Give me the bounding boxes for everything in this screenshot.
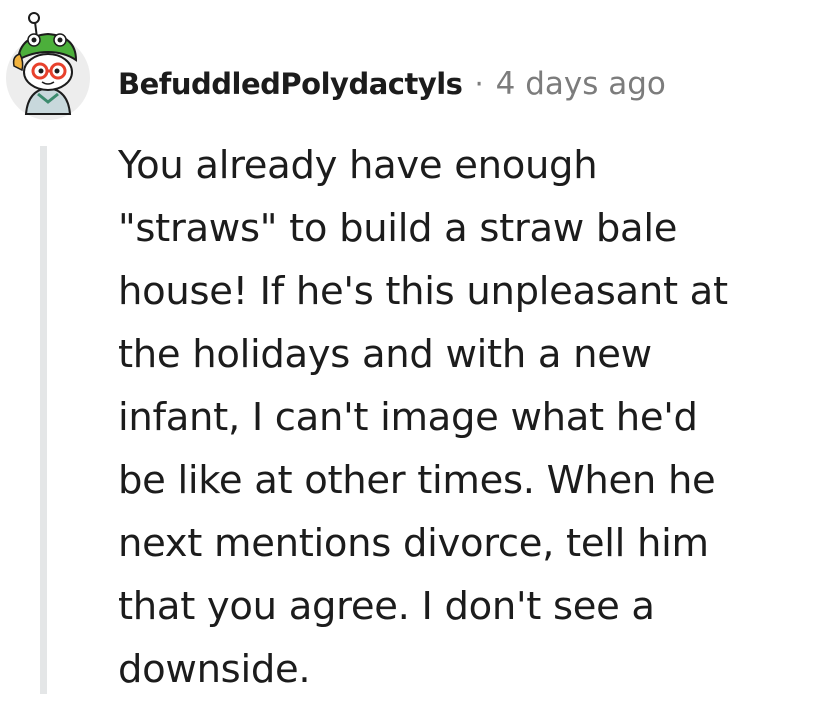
snoo-avatar-frog-hat-icon <box>6 12 90 120</box>
username-link[interactable]: BefuddledPolydactyls <box>118 67 463 101</box>
user-avatar[interactable] <box>4 8 92 122</box>
comment-body-line: You already have enough <box>118 143 598 188</box>
header-separator: · <box>474 67 484 101</box>
comment-body-line: downside. <box>118 647 311 692</box>
comment-body-line: infant, I can't image what he'd <box>118 395 698 440</box>
comment-header: BefuddledPolydactyls · 4 days ago <box>118 62 666 106</box>
comment-body: You already have enough "straws" to buil… <box>118 134 808 701</box>
comment-body-line: that you agree. I don't see a <box>118 584 655 629</box>
comment-timestamp[interactable]: 4 days ago <box>496 66 666 102</box>
comment-body-line: "straws" to build a straw bale <box>118 206 678 251</box>
comment-body-line: the holidays and with a new <box>118 332 652 377</box>
comment-card: BefuddledPolydactyls · 4 days ago You al… <box>0 0 818 694</box>
thread-collapse-line[interactable] <box>40 146 47 694</box>
comment-body-line: be like at other times. When he <box>118 458 716 503</box>
comment-body-line: house! If he's this unpleasant at <box>118 269 728 314</box>
comment-body-line: next mentions divorce, tell him <box>118 521 709 566</box>
